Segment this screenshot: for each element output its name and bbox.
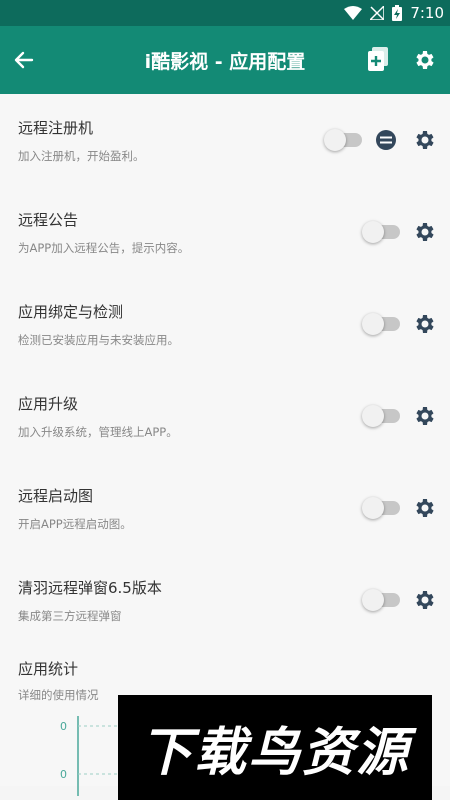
stats-chart: 0 0 — [60, 716, 118, 796]
list-item: 应用升级 加入升级系统，管理线上APP。 — [0, 370, 450, 462]
item-subtitle: 加入注册机，开始盈利。 — [18, 148, 145, 163]
item-subtitle: 检测已安装应用与未安装应用。 — [18, 332, 179, 347]
item-settings-button[interactable] — [410, 310, 438, 338]
list-item: 应用绑定与检测 检测已安装应用与未安装应用。 — [0, 278, 450, 370]
toggle-switch[interactable] — [362, 221, 400, 243]
gear-icon — [416, 315, 434, 333]
toggle-switch[interactable] — [362, 497, 400, 519]
gear-icon — [416, 591, 434, 609]
config-list: 远程注册机 加入注册机，开始盈利。 远程公告 为APP加入远程公告，提示内容。 — [0, 94, 450, 796]
toggle-switch[interactable] — [362, 589, 400, 611]
wifi-icon — [344, 6, 363, 20]
watermark-text: 下载鸟资源 — [139, 723, 410, 783]
gear-icon — [416, 131, 434, 149]
item-subtitle: 集成第三方远程弹窗 — [18, 608, 122, 623]
item-title: 远程公告 — [18, 210, 79, 229]
toggle-switch[interactable] — [362, 313, 400, 335]
chart-tick-label: 0 — [60, 768, 67, 781]
item-title: 远程启动图 — [18, 486, 94, 505]
item-title: 清羽远程弹窗6.5版本 — [18, 578, 162, 597]
back-button[interactable] — [4, 40, 44, 80]
manage-button[interactable] — [372, 126, 400, 154]
item-title: 应用绑定与检测 — [18, 302, 124, 321]
status-bar: 7:10 — [0, 0, 450, 26]
gear-icon — [416, 51, 434, 69]
item-settings-button[interactable] — [410, 218, 438, 246]
item-title: 应用升级 — [18, 394, 79, 413]
no-signal-icon — [370, 6, 385, 20]
item-subtitle: 开启APP远程启动图。 — [18, 516, 132, 531]
gear-icon — [416, 499, 434, 517]
watermark-banner: 下载鸟资源 — [118, 695, 432, 800]
item-title: 远程注册机 — [18, 118, 94, 137]
add-config-button[interactable] — [358, 40, 398, 80]
gear-icon — [416, 407, 434, 425]
add-document-icon — [368, 47, 388, 71]
stats-title: 应用统计 — [18, 660, 79, 678]
settings-button[interactable] — [404, 40, 444, 80]
arrow-back-icon — [14, 51, 34, 69]
item-settings-button[interactable] — [410, 586, 438, 614]
toolbar: i酷影视 - 应用配置 — [0, 26, 450, 94]
item-settings-button[interactable] — [410, 126, 438, 154]
list-item: 远程公告 为APP加入远程公告，提示内容。 — [0, 186, 450, 278]
list-circle-icon — [376, 130, 396, 150]
status-time: 7:10 — [410, 4, 444, 22]
toggle-switch[interactable] — [324, 129, 362, 151]
battery-charging-icon — [392, 5, 403, 21]
item-settings-button[interactable] — [410, 402, 438, 430]
gear-icon — [416, 223, 434, 241]
list-item: 远程启动图 开启APP远程启动图。 — [0, 462, 450, 554]
item-subtitle: 加入升级系统，管理线上APP。 — [18, 424, 178, 439]
item-settings-button[interactable] — [410, 494, 438, 522]
list-item: 远程注册机 加入注册机，开始盈利。 — [0, 94, 450, 186]
toggle-switch[interactable] — [362, 405, 400, 427]
list-item: 清羽远程弹窗6.5版本 集成第三方远程弹窗 — [0, 554, 450, 646]
item-subtitle: 为APP加入远程公告，提示内容。 — [18, 240, 190, 255]
chart-tick-label: 0 — [60, 720, 67, 733]
